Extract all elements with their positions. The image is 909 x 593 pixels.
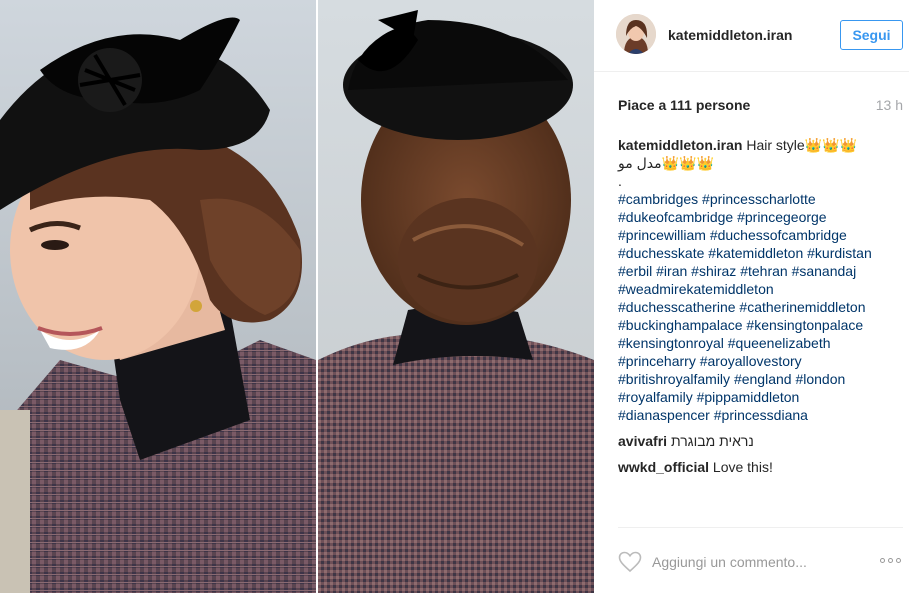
hashtag-link[interactable]: #duchesskate bbox=[618, 245, 704, 261]
hashtag-link[interactable]: #erbil bbox=[618, 263, 652, 279]
hashtag-line: #duchesskate #katemiddleton #kurdistan bbox=[618, 244, 903, 262]
hashtag-link[interactable]: #kurdistan bbox=[807, 245, 872, 261]
hashtag-link[interactable]: #princessdiana bbox=[714, 407, 808, 423]
hashtag-line: #britishroyalfamily #england #london bbox=[618, 370, 903, 388]
hashtag-link[interactable]: #tehran bbox=[740, 263, 787, 279]
heart-outline-icon[interactable] bbox=[618, 551, 642, 573]
hashtag-link[interactable]: #shiraz bbox=[691, 263, 736, 279]
post-username[interactable]: katemiddleton.iran bbox=[668, 27, 792, 43]
post-photo-right bbox=[318, 0, 594, 593]
hashtag-link[interactable]: #dukeofcambridge bbox=[618, 209, 733, 225]
comment-text: נראית מבוגרת bbox=[670, 433, 754, 449]
caption-line-dot: . bbox=[618, 173, 622, 189]
hashtag-link[interactable]: #dianaspencer bbox=[618, 407, 710, 423]
caption-username[interactable]: katemiddleton.iran bbox=[618, 137, 742, 153]
hashtag-line: #erbil #iran #shiraz #tehran #sanandaj bbox=[618, 262, 903, 280]
back-photo-illustration bbox=[318, 0, 594, 593]
hashtag-link[interactable]: #kensingtonroyal bbox=[618, 335, 724, 351]
likes-row: Piace a 111 persone 13 h bbox=[618, 97, 903, 113]
hashtag-link[interactable]: #princeharry bbox=[618, 353, 696, 369]
more-options-icon[interactable] bbox=[880, 554, 904, 568]
hashtag-link[interactable]: #princewilliam bbox=[618, 227, 706, 243]
hashtag-link[interactable]: #catherinemiddleton bbox=[739, 299, 865, 315]
profile-photo-illustration bbox=[0, 0, 316, 593]
hashtag-list: #cambridges #princesscharlotte #dukeofcam… bbox=[618, 190, 903, 424]
hashtag-link[interactable]: #queenelizabeth bbox=[728, 335, 831, 351]
post-footer bbox=[594, 528, 909, 593]
comments-list: katemiddleton.iran Hair style👑👑👑 مدل مو👑… bbox=[618, 136, 903, 484]
hashtag-link[interactable]: #duchesscatherine bbox=[618, 299, 736, 315]
hashtag-link[interactable]: #katemiddleton bbox=[708, 245, 803, 261]
comment-input[interactable] bbox=[652, 552, 842, 572]
hashtag-link[interactable]: #kensingtonpalace bbox=[746, 317, 863, 333]
post-details-panel: katemiddleton.iran Segui Piace a 111 per… bbox=[594, 0, 909, 593]
hashtag-line: #royalfamily #pippamiddleton bbox=[618, 388, 903, 406]
hashtag-link[interactable]: #duchessofcambridge bbox=[710, 227, 847, 243]
hashtag-link[interactable]: #sanandaj bbox=[792, 263, 857, 279]
comment-item: wwkd_official Love this! bbox=[618, 458, 903, 476]
avatar-image bbox=[616, 14, 656, 54]
caption: katemiddleton.iran Hair style👑👑👑 مدل مو👑… bbox=[618, 136, 903, 424]
hashtag-line: #buckinghampalace #kensingtonpalace bbox=[618, 316, 903, 334]
hashtag-link[interactable]: #princesscharlotte bbox=[702, 191, 816, 207]
hashtag-link[interactable]: #buckinghampalace bbox=[618, 317, 743, 333]
comment-text: Love this! bbox=[712, 459, 773, 475]
hashtag-link[interactable]: #cambridges bbox=[618, 191, 698, 207]
post-photo-left bbox=[0, 0, 316, 593]
comment-username[interactable]: wwkd_official bbox=[618, 459, 709, 475]
hashtag-line: #cambridges #princesscharlotte bbox=[618, 190, 903, 208]
hashtag-link[interactable]: #pippamiddleton bbox=[697, 389, 800, 405]
comment-username[interactable]: avivafri bbox=[618, 433, 667, 449]
hashtag-link[interactable]: #britishroyalfamily bbox=[618, 371, 730, 387]
hashtag-line: #dukeofcambridge #princegeorge bbox=[618, 208, 903, 226]
likes-count[interactable]: Piace a 111 persone bbox=[618, 97, 750, 113]
caption-text: Hair style👑👑👑 bbox=[746, 137, 857, 153]
hashtag-link[interactable]: #england bbox=[734, 371, 792, 387]
follow-button[interactable]: Segui bbox=[840, 20, 903, 50]
caption-line-persian: مدل مو👑👑👑 bbox=[618, 155, 714, 171]
avatar[interactable] bbox=[616, 14, 656, 54]
hashtag-link[interactable]: #princegeorge bbox=[737, 209, 827, 225]
hashtag-link[interactable]: #weadmirekatemiddleton bbox=[618, 281, 774, 297]
post-header: katemiddleton.iran Segui bbox=[594, 0, 909, 72]
hashtag-line: #kensingtonroyal #queenelizabeth bbox=[618, 334, 903, 352]
hashtag-line: #dianaspencer #princessdiana bbox=[618, 406, 903, 424]
hashtag-link[interactable]: #royalfamily bbox=[618, 389, 693, 405]
hashtag-line: #princewilliam #duchessofcambridge bbox=[618, 226, 903, 244]
hashtag-line: #princeharry #aroyallovestory bbox=[618, 352, 903, 370]
hashtag-link[interactable]: #aroyallovestory bbox=[700, 353, 802, 369]
post-timestamp[interactable]: 13 h bbox=[876, 97, 903, 113]
hashtag-line: #weadmirekatemiddleton bbox=[618, 280, 903, 298]
comment-item: avivafri נראית מבוגרת bbox=[618, 432, 903, 450]
hashtag-link[interactable]: #london bbox=[795, 371, 845, 387]
hashtag-line: #duchesscatherine #catherinemiddleton bbox=[618, 298, 903, 316]
hashtag-link[interactable]: #iran bbox=[656, 263, 687, 279]
